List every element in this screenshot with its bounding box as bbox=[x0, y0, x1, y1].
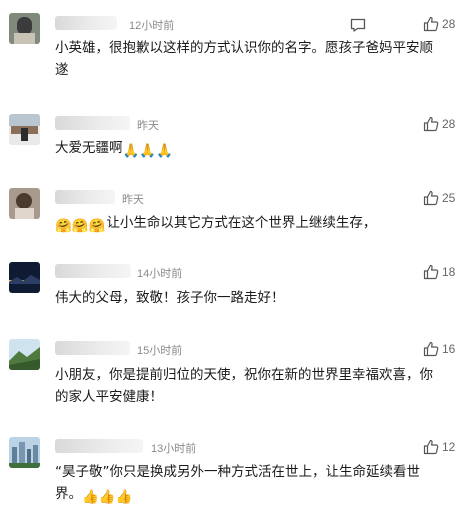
thumbs-up-icon[interactable] bbox=[423, 439, 439, 455]
username-blurred[interactable] bbox=[55, 264, 131, 278]
like-count: 28 bbox=[442, 117, 456, 131]
comment-text: 大爱无疆啊🙏🙏🙏 bbox=[55, 137, 445, 162]
hug-emoji: 🤗🤗🤗 bbox=[55, 218, 106, 234]
comment-text: 小英雄，很抱歉以这样的方式认识你的名字。愿孩子爸妈平安顺遂 bbox=[55, 40, 433, 78]
avatar[interactable] bbox=[9, 114, 40, 145]
comment-time: 13小时前 bbox=[151, 443, 197, 455]
comment-icon[interactable] bbox=[350, 18, 366, 32]
username-blurred[interactable] bbox=[55, 16, 117, 30]
thumbs-up-icon[interactable] bbox=[423, 341, 439, 357]
comment-text: 小朋友，你是提前归位的天使，祝你在新的世界里幸福欢喜，你的家人平安健康！ bbox=[55, 367, 433, 405]
like-count: 28 bbox=[442, 17, 456, 31]
comment-text-body: 大爱无疆啊 bbox=[55, 140, 123, 156]
thumbs-up-emoji: 👍👍👍 bbox=[82, 489, 133, 505]
username-blurred[interactable] bbox=[55, 116, 130, 130]
comment-text-body: 让小生命以其它方式在这个世界上继续生存， bbox=[106, 215, 377, 231]
comment-time: 昨天 bbox=[137, 120, 159, 132]
pray-emoji: 🙏🙏🙏 bbox=[122, 143, 173, 159]
comment-time: 15小时前 bbox=[137, 345, 183, 357]
avatar[interactable] bbox=[9, 188, 40, 219]
comment-time: 14小时前 bbox=[137, 268, 183, 280]
thumbs-up-icon[interactable] bbox=[423, 16, 439, 32]
comment-text: 伟大的父母，致敬！孩子你一路走好！ bbox=[55, 290, 285, 306]
like-count: 18 bbox=[442, 265, 456, 279]
username-blurred[interactable] bbox=[55, 341, 130, 355]
comment-text: 🤗🤗🤗让小生命以其它方式在这个世界上继续生存， bbox=[55, 212, 445, 237]
comment-text: “昊子敬”你只是换成另外一种方式活在世上，让生命延续看世界。👍👍👍 bbox=[55, 461, 445, 508]
thumbs-up-icon[interactable] bbox=[423, 190, 439, 206]
avatar[interactable] bbox=[9, 437, 40, 468]
like-count: 12 bbox=[442, 440, 456, 454]
like-count: 16 bbox=[442, 342, 456, 356]
thumbs-up-icon[interactable] bbox=[423, 116, 439, 132]
comment-time: 昨天 bbox=[122, 194, 144, 206]
comment-time: 12小时前 bbox=[129, 20, 175, 32]
avatar[interactable] bbox=[9, 262, 40, 293]
username-blurred[interactable] bbox=[55, 190, 115, 204]
thumbs-up-icon[interactable] bbox=[423, 264, 439, 280]
avatar[interactable] bbox=[9, 13, 40, 44]
username-blurred[interactable] bbox=[55, 439, 143, 453]
avatar[interactable] bbox=[9, 339, 40, 370]
like-count: 25 bbox=[442, 191, 456, 205]
